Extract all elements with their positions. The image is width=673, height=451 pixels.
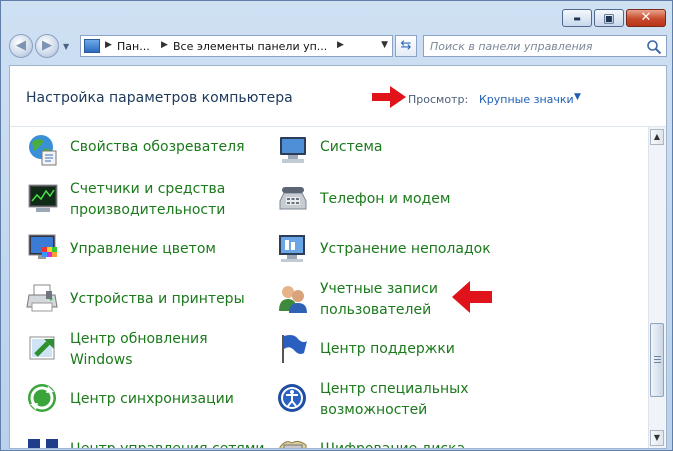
breadcrumb-separator[interactable]: ▶ [337, 40, 344, 50]
content-pane: Настройка параметров компьютера Просмотр… [9, 65, 667, 449]
computer-icon [280, 137, 306, 163]
back-arrow-icon: ◀ [16, 38, 26, 53]
view-label: Просмотр: [408, 93, 469, 106]
item-color-management[interactable]: Управление цветом [26, 229, 256, 269]
breadcrumb-separator[interactable]: ▶ [105, 40, 112, 50]
item-label: возможностей [320, 402, 428, 418]
item-label: Учетные записи [320, 281, 438, 297]
item-network-center[interactable]: Центр управления сетями [26, 429, 266, 449]
red-arrow-icon [372, 86, 406, 108]
vertical-scrollbar[interactable]: ▲ ▼ [648, 127, 666, 448]
breadcrumb-control-panel[interactable]: Пан... [117, 40, 150, 53]
item-label: Устройства и принтеры [70, 291, 245, 307]
item-label: Счетчики и средства [70, 181, 226, 197]
page-title: Настройка параметров компьютера [26, 90, 293, 106]
red-arrow-icon [452, 281, 492, 313]
item-label: производительности [70, 202, 226, 218]
item-windows-update[interactable]: Центр обновления Windows [26, 329, 256, 369]
scroll-thumb[interactable] [650, 323, 664, 397]
window-frame: ▬ ▣ ✕ ◀ ▶ ▼ ▶ Пан... ▶ Все элементы пане… [0, 0, 673, 451]
item-internet-options[interactable]: Свойства обозревателя [26, 131, 256, 171]
item-label: Центр управления сетями [70, 441, 265, 449]
item-label: Центр обновления [70, 331, 208, 347]
item-label: Шифрование диска [320, 441, 466, 449]
windows-update-icon [29, 336, 55, 360]
user-accounts-icon [279, 286, 307, 313]
recent-pages-dropdown[interactable]: ▼ [63, 42, 69, 51]
caption-buttons: ▬ ▣ ✕ [560, 9, 666, 27]
sync-icon [28, 384, 56, 412]
back-button[interactable]: ◀ [9, 34, 33, 58]
disk-encryption-icon [279, 440, 307, 448]
address-bar[interactable]: ▶ Пан... ▶ Все элементы панели уп... ▶ ▼ [80, 35, 393, 57]
item-ease-of-access[interactable]: Центр специальных возможностей [276, 379, 506, 419]
item-sync-center[interactable]: Центр синхронизации [26, 379, 256, 419]
forward-button[interactable]: ▶ [35, 34, 59, 58]
item-devices-printers[interactable]: Устройства и принтеры [26, 279, 256, 319]
forward-arrow-icon: ▶ [42, 38, 52, 53]
telephone-icon [279, 187, 307, 210]
performance-monitor-icon [28, 184, 58, 212]
troubleshooting-icon [279, 235, 305, 262]
item-label: Управление цветом [70, 241, 216, 257]
item-label: Система [320, 139, 383, 155]
maximize-icon: ▣ [603, 11, 615, 25]
item-action-center[interactable]: Центр поддержки [276, 329, 506, 369]
item-performance[interactable]: Счетчики и средства производительности [26, 179, 256, 219]
item-troubleshooting[interactable]: Устранение неполадок [276, 229, 506, 269]
close-button[interactable]: ✕ [626, 9, 666, 27]
search-input[interactable]: Поиск в панели управления [423, 35, 667, 57]
navigation-bar: ◀ ▶ ▼ ▶ Пан... ▶ Все элементы панели уп.… [9, 33, 667, 59]
item-label: Телефон и модем [320, 191, 451, 207]
breadcrumb-separator[interactable]: ▶ [161, 40, 168, 50]
refresh-button[interactable]: ⇆ [395, 35, 417, 57]
control-panel-icon [84, 39, 100, 53]
item-disk-encryption[interactable]: Шифрование диска [276, 429, 506, 449]
minimize-button[interactable]: ▬ [562, 9, 592, 27]
refresh-icon: ⇆ [400, 38, 412, 53]
accessibility-icon [278, 384, 306, 412]
color-management-icon [28, 234, 57, 259]
item-label: Центр поддержки [320, 341, 455, 357]
grip-line [654, 359, 661, 360]
item-label: Центр синхронизации [70, 391, 234, 407]
close-icon: ✕ [640, 10, 652, 25]
address-dropdown[interactable]: ▼ [381, 40, 388, 50]
item-phone-modem[interactable]: Телефон и модем [276, 179, 506, 219]
minimize-icon: ▬ [573, 14, 581, 23]
maximize-button[interactable]: ▣ [594, 9, 624, 27]
breadcrumb-all-items[interactable]: Все элементы панели уп... [173, 40, 327, 53]
flag-icon [282, 335, 307, 363]
item-label: Устранение неполадок [320, 241, 491, 257]
view-mode-selector[interactable]: Крупные значки [479, 93, 574, 106]
grip-line [654, 362, 661, 363]
content-header: Настройка параметров компьютера Просмотр… [10, 66, 666, 127]
scroll-down-button[interactable]: ▼ [650, 430, 664, 446]
item-system[interactable]: Система [276, 131, 506, 171]
printer-icon [26, 284, 58, 312]
globe-icon [29, 135, 57, 166]
item-label: Windows [70, 352, 133, 368]
search-icon[interactable] [646, 39, 662, 55]
network-icon [28, 439, 58, 448]
item-label: Свойства обозревателя [70, 139, 245, 155]
control-panel-items: Свойства обозревателя Система Счетчики и… [10, 127, 650, 448]
item-label: Центр специальных [320, 381, 469, 397]
chevron-down-icon[interactable]: ▼ [574, 92, 581, 102]
item-label: пользователей [320, 302, 432, 318]
scroll-up-button[interactable]: ▲ [650, 129, 664, 145]
search-placeholder: Поиск в панели управления [430, 40, 593, 53]
grip-line [654, 356, 661, 357]
